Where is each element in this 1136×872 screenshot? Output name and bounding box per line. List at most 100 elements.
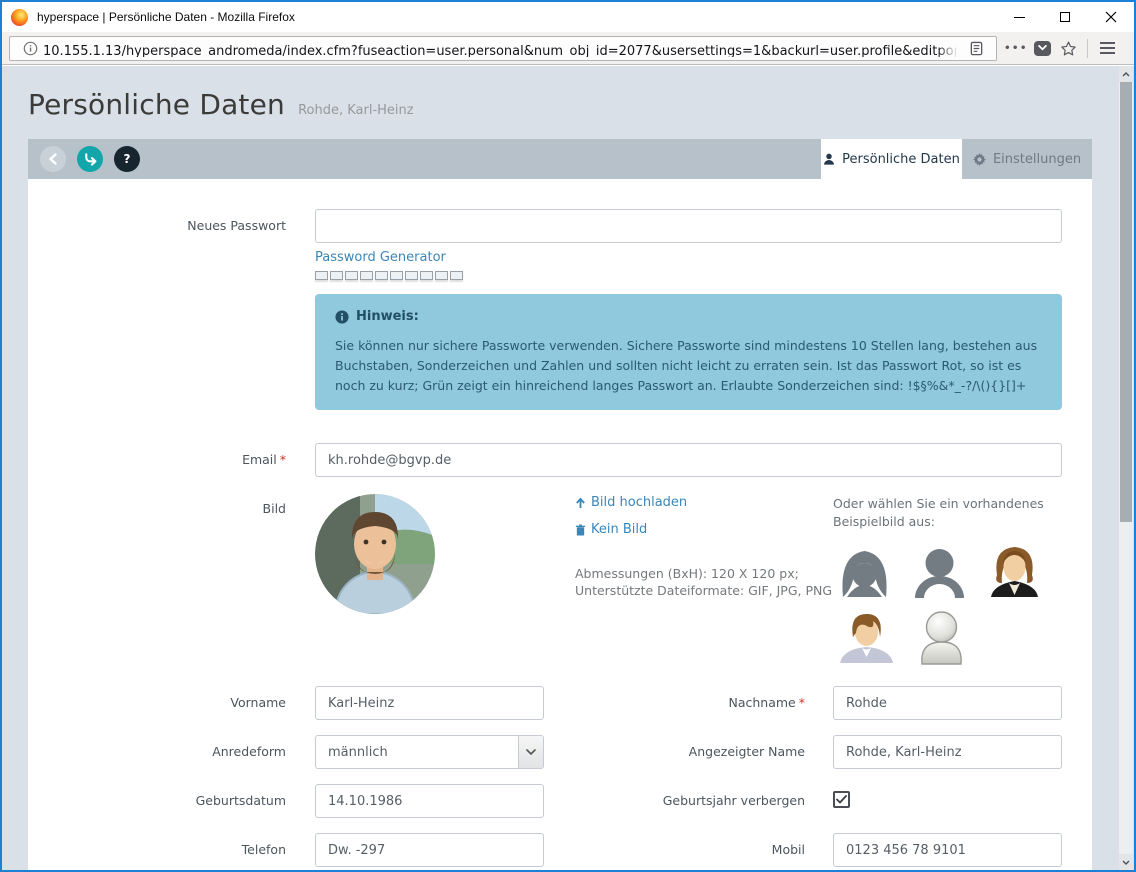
tab-persoenliche-daten[interactable]: Persönliche Daten	[821, 139, 962, 179]
window-title: hyperspace | Persönliche Daten - Mozilla…	[37, 10, 295, 24]
upload-picture-link[interactable]: Bild hochladen	[575, 495, 687, 510]
page-subtitle: Rohde, Karl-Heinz	[298, 103, 414, 118]
url-fade	[937, 40, 963, 57]
menu-icon[interactable]	[1094, 36, 1120, 61]
profile-photo	[315, 494, 435, 614]
anredeform-select[interactable]: männlich	[315, 735, 544, 769]
hint-box: Hinweis: Sie können nur sichere Passwort…	[315, 294, 1062, 410]
required-marker: *	[799, 695, 805, 710]
anredeform-label: Anredeform	[28, 744, 286, 760]
checkbox-check-icon	[836, 795, 847, 804]
required-marker: *	[280, 452, 286, 467]
page-scrollbar[interactable]	[1119, 66, 1133, 870]
trash-icon	[575, 524, 586, 536]
browser-window: hyperspace | Persönliche Daten - Mozilla…	[0, 0, 1136, 872]
sample-avatar-row-1	[833, 541, 1046, 604]
strength-segment	[360, 271, 373, 280]
strength-segment	[450, 271, 463, 280]
strength-segment	[435, 271, 448, 280]
upload-icon	[575, 497, 586, 509]
maximize-icon	[1060, 12, 1070, 22]
bookmark-star-icon[interactable]	[1055, 36, 1081, 61]
geburtsdatum-label: Geburtsdatum	[28, 793, 286, 809]
minimize-icon	[1014, 17, 1025, 18]
select-dropdown-button[interactable]	[518, 736, 543, 768]
geburtsjahr-verbergen-label: Geburtsjahr verbergen	[573, 793, 805, 809]
strength-segment	[420, 271, 433, 280]
scrollbar-up-button[interactable]	[1119, 66, 1133, 82]
nachname-input[interactable]	[833, 686, 1062, 720]
avatar-generic-3d-figure[interactable]	[910, 607, 973, 670]
scrollbar-thumb[interactable]	[1120, 82, 1132, 522]
telefon-label: Telefon	[28, 842, 286, 858]
sample-avatar-row-2	[835, 607, 973, 670]
pocket-icon[interactable]	[1029, 36, 1055, 61]
tab-einstellungen[interactable]: Einstellungen	[962, 139, 1092, 179]
minimize-button[interactable]	[996, 2, 1042, 32]
chevron-up-icon	[1122, 72, 1130, 77]
avatar-female-silhouette[interactable]	[833, 541, 896, 604]
chevron-left-icon	[48, 153, 58, 165]
info-icon	[335, 310, 349, 324]
gear-icon	[973, 153, 986, 166]
return-button[interactable]	[77, 146, 103, 172]
vorname-label: Vorname	[28, 695, 286, 711]
scrollbar-down-button[interactable]	[1119, 854, 1133, 870]
email-input[interactable]	[315, 443, 1062, 477]
avatar-male-silhouette[interactable]	[908, 541, 971, 604]
reader-mode-icon[interactable]	[963, 36, 989, 61]
vorname-input[interactable]	[315, 686, 544, 720]
mobil-label: Mobil	[573, 842, 805, 858]
password-label: Neues Passwort	[28, 218, 286, 234]
geburtsdatum-input[interactable]	[315, 784, 544, 818]
password-input[interactable]	[315, 209, 1062, 243]
navigation-bar: 10.155.1.13/hyperspace_andromeda/index.c…	[2, 32, 1134, 65]
angezeigter-name-label: Angezeigter Name	[573, 744, 805, 760]
sample-picture-note: Oder wählen Sie ein vorhandenes Beispiel…	[833, 495, 1044, 531]
action-toolbar: ? Persönliche Daten Einstellungen	[28, 139, 1092, 179]
help-button[interactable]: ?	[114, 146, 140, 172]
firefox-logo-icon	[11, 9, 28, 26]
hint-body: Sie können nur sichere Passworte verwend…	[335, 336, 1042, 396]
geburtsjahr-verbergen-checkbox[interactable]	[833, 791, 850, 808]
nachname-label: Nachname*	[573, 695, 805, 711]
page-actions-icon[interactable]: •••	[1003, 36, 1029, 61]
title-bar: hyperspace | Persönliche Daten - Mozilla…	[2, 2, 1134, 32]
password-strength-meter	[315, 271, 463, 280]
maximize-button[interactable]	[1042, 2, 1088, 32]
url-text: 10.155.1.13/hyperspace_andromeda/index.c…	[43, 44, 963, 57]
strength-segment	[405, 271, 418, 280]
tab-strip: Persönliche Daten Einstellungen	[821, 139, 1092, 179]
return-arrow-icon	[83, 152, 98, 166]
page-viewport: Persönliche Daten Rohde, Karl-Heinz ? Pe…	[2, 66, 1134, 870]
avatar-boy-illustration[interactable]	[835, 607, 898, 670]
strength-segment	[390, 271, 403, 280]
question-mark-icon: ?	[124, 152, 131, 166]
person-icon	[823, 153, 835, 165]
avatar-woman-illustration[interactable]	[983, 541, 1046, 604]
close-button[interactable]	[1088, 2, 1134, 32]
page-header: Persönliche Daten Rohde, Karl-Heinz	[28, 88, 414, 121]
toolbar-separator	[1087, 39, 1088, 58]
page-title: Persönliche Daten	[28, 88, 285, 121]
strength-segment	[315, 271, 328, 280]
angezeigter-name-input[interactable]	[833, 735, 1062, 769]
picture-dimensions-note: Abmessungen (BxH): 120 X 120 px; Unterst…	[575, 565, 832, 599]
close-icon	[1105, 11, 1117, 23]
hint-title: Hinweis:	[335, 309, 1042, 324]
picture-label: Bild	[28, 501, 286, 517]
strength-segment	[330, 271, 343, 280]
strength-segment	[375, 271, 388, 280]
strength-segment	[345, 271, 358, 280]
form-panel: Neues Passwort Password Generator Hinwei…	[28, 179, 1092, 870]
password-generator-link[interactable]: Password Generator	[315, 250, 446, 265]
chevron-down-icon	[1122, 860, 1130, 865]
url-bar[interactable]: 10.155.1.13/hyperspace_andromeda/index.c…	[9, 36, 997, 61]
chevron-down-icon	[526, 749, 536, 755]
site-info-icon[interactable]	[17, 36, 43, 61]
back-button[interactable]	[40, 146, 66, 172]
email-label: Email*	[28, 452, 286, 468]
telefon-input[interactable]	[315, 833, 544, 867]
mobil-input[interactable]	[833, 833, 1062, 867]
no-picture-link[interactable]: Kein Bild	[575, 522, 647, 537]
